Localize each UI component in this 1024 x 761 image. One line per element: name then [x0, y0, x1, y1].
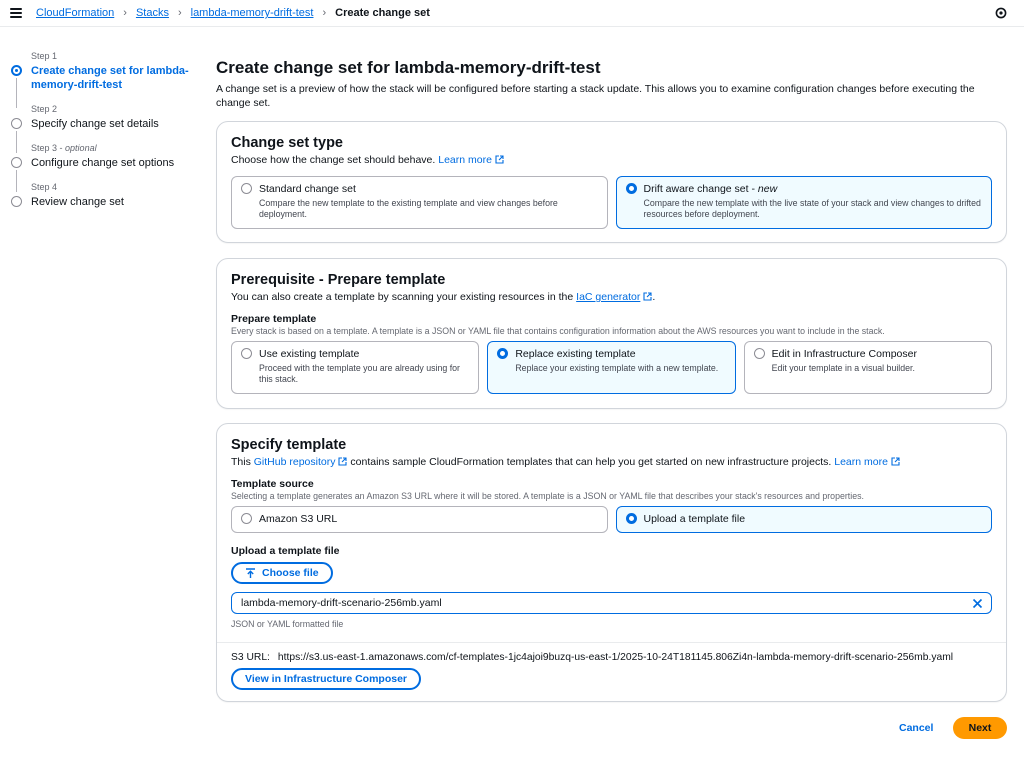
s3-url-line: S3 URL: https://s3.us-east-1.amazonaws.co…	[231, 652, 992, 663]
step-number: Step 2	[31, 104, 58, 114]
upload-icon	[246, 567, 255, 578]
option-title: Drift aware change set - new	[643, 183, 778, 195]
option-description: Replace your existing template with a ne…	[515, 363, 719, 373]
next-button[interactable]: Next	[953, 717, 1007, 739]
panel-description: This GitHub repository contains sample C…	[231, 455, 992, 469]
panel-description: You can also create a template by scanni…	[231, 291, 656, 303]
change-set-type-panel: Change set type Choose how the change se…	[216, 121, 1007, 243]
option-title: Standard change set	[259, 183, 356, 195]
external-link-icon	[891, 457, 900, 466]
option-title: Amazon S3 URL	[259, 513, 338, 525]
step-title: Configure change set options	[31, 157, 175, 169]
standard-change-set-option[interactable]: Standard change set Compare the new temp…	[231, 176, 608, 229]
radio-unselected-icon[interactable]	[241, 183, 252, 194]
step-number: Step 1	[31, 51, 58, 61]
field-description: Every stack is based on a template. A te…	[231, 326, 885, 336]
iac-generator-link[interactable]: IaC generator	[576, 291, 640, 303]
prepare-template-options: Use existing template Proceed with the t…	[231, 341, 992, 394]
close-icon[interactable]	[972, 598, 983, 609]
option-title: Edit in Infrastructure Composer	[771, 348, 917, 360]
chevron-right-icon: ›	[177, 7, 182, 19]
amazon-s3-url-option[interactable]: Amazon S3 URL	[231, 506, 608, 533]
breadcrumb-current: Create change set	[335, 7, 430, 19]
template-source-options: Amazon S3 URL Upload a template file	[231, 506, 992, 533]
step-active-icon	[11, 65, 22, 76]
panel-heading: Prerequisite - Prepare template	[231, 272, 446, 288]
step-1[interactable]: Step 1 Create change set for lambda-memo…	[10, 50, 190, 108]
menu-icon[interactable]	[10, 8, 22, 18]
file-name-token: lambda-memory-drift-scenario-256mb.yaml	[231, 592, 992, 614]
step-title: Specify change set details	[31, 118, 159, 130]
field-description: Selecting a template generates an Amazon…	[231, 491, 864, 501]
s3-url-value: https://s3.us-east-1.amazonaws.com/cf-te…	[277, 652, 954, 663]
composer-button-wrapper: View in Infrastructure Composer	[231, 668, 992, 690]
step-number: Step 4	[31, 182, 58, 192]
learn-more-link[interactable]: Learn more	[834, 456, 900, 468]
chevron-right-icon: ›	[322, 7, 327, 19]
change-set-type-options: Standard change set Compare the new temp…	[231, 176, 992, 229]
page-description: A change set is a preview of how the sta…	[216, 83, 975, 109]
field-label: Upload a template file	[231, 545, 340, 557]
external-link-icon	[495, 155, 504, 164]
step-2: Step 2 Specify change set details	[10, 103, 190, 153]
breadcrumb: CloudFormation › Stacks › lambda-memory-…	[36, 7, 430, 19]
prepare-template-panel: Prerequisite - Prepare template You can …	[216, 258, 1007, 409]
drift-aware-change-set-option[interactable]: Drift aware change set - new Compare the…	[615, 176, 992, 229]
external-link-icon	[338, 457, 348, 466]
page-header: Create change set for lambda-memory-drif…	[216, 58, 1007, 110]
chevron-right-icon: ›	[123, 7, 127, 19]
breadcrumb-cloudformation[interactable]: CloudFormation	[36, 7, 114, 19]
radio-selected-icon[interactable]	[625, 513, 637, 524]
upload-template-file-option[interactable]: Upload a template file	[615, 506, 992, 533]
step-pending-icon	[11, 118, 22, 129]
breadcrumb-stacks[interactable]: Stacks	[136, 7, 169, 19]
step-3: Step 3 - optional Configure change set o…	[10, 142, 190, 192]
panel-description: Choose how the change set should behave.…	[231, 153, 992, 167]
top-navigation-bar: CloudFormation › Stacks › lambda-memory-…	[0, 0, 1024, 27]
option-title: Upload a template file	[643, 513, 746, 525]
radio-unselected-icon[interactable]	[753, 348, 765, 359]
view-in-composer-button[interactable]: View in Infrastructure Composer	[231, 668, 422, 690]
replace-existing-template-option[interactable]: Replace existing template Replace your e…	[487, 341, 736, 394]
option-description: Edit your template in a visual builder.	[771, 363, 915, 373]
github-repository-link[interactable]: GitHub repository	[254, 456, 348, 468]
field-label: Template source	[231, 478, 314, 490]
specify-template-panel: Specify template This GitHub repository …	[216, 423, 1007, 702]
s3-url-label: S3 URL:	[231, 652, 270, 663]
settings-icon[interactable]	[995, 7, 1007, 19]
radio-unselected-icon[interactable]	[241, 513, 252, 524]
wizard-steps: Step 1 Create change set for lambda-memo…	[10, 50, 190, 220]
constraint-text: JSON or YAML formatted file	[231, 619, 344, 629]
panel-heading: Change set type	[231, 135, 343, 151]
edit-in-composer-option[interactable]: Edit in Infrastructure Composer Edit you…	[743, 341, 992, 394]
breadcrumb-stack-name[interactable]: lambda-memory-drift-test	[191, 7, 314, 19]
option-description: Compare the new template with the live s…	[643, 198, 981, 219]
panel-heading: Specify template	[231, 437, 347, 453]
field-label: Prepare template	[231, 313, 317, 325]
step-4: Step 4 Review change set	[10, 181, 190, 209]
cancel-button[interactable]: Cancel	[899, 722, 933, 734]
step-title: Create change set for lambda-memory-drif…	[31, 65, 189, 91]
step-pending-icon	[11, 196, 22, 207]
s3-url-section: S3 URL: https://s3.us-east-1.amazonaws.co…	[217, 642, 1006, 690]
radio-selected-icon[interactable]	[497, 348, 509, 359]
radio-selected-icon[interactable]	[625, 183, 637, 194]
option-description: Proceed with the template you are alread…	[259, 363, 460, 384]
choose-file-button[interactable]: Choose file	[231, 562, 333, 584]
radio-unselected-icon[interactable]	[241, 348, 252, 359]
option-title: Use existing template	[259, 348, 360, 360]
learn-more-link[interactable]: Learn more	[438, 154, 504, 166]
step-pending-icon	[11, 157, 22, 168]
option-description: Compare the new template to the existing…	[259, 198, 558, 219]
step-number: Step 3 - optional	[31, 143, 97, 153]
option-title: Replace existing template	[515, 348, 636, 360]
step-title: Review change set	[31, 196, 124, 208]
page-title: Create change set for lambda-memory-drif…	[216, 58, 601, 77]
choose-file-wrapper: Choose file	[231, 562, 992, 584]
file-name: lambda-memory-drift-scenario-256mb.yaml	[241, 597, 442, 609]
use-existing-template-option[interactable]: Use existing template Proceed with the t…	[231, 341, 480, 394]
